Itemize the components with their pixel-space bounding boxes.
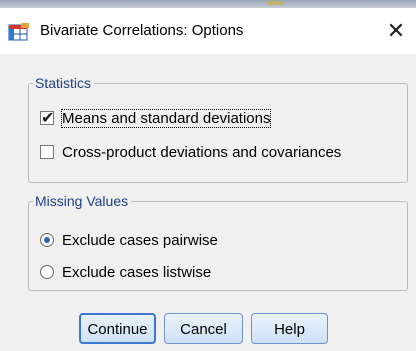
checkmark-icon: ✔ — [41, 110, 55, 127]
pairwise-label[interactable]: Exclude cases pairwise — [62, 232, 218, 249]
listwise-label[interactable]: Exclude cases listwise — [62, 264, 211, 281]
missing-values-legend: Missing Values — [35, 193, 129, 209]
statistics-legend: Statistics — [35, 75, 92, 91]
cross-product-label[interactable]: Cross-product deviations and covariances — [62, 144, 341, 161]
window-title: Bivariate Correlations: Options — [40, 22, 244, 39]
spss-table-icon — [8, 23, 29, 41]
statistics-group: Statistics ✔ Means and standard deviatio… — [28, 75, 408, 183]
listwise-radio[interactable] — [40, 265, 54, 279]
background-window-strip — [0, 0, 416, 8]
missing-values-group: Missing Values Exclude cases pairwise Ex… — [28, 193, 408, 291]
means-checkbox-row[interactable]: ✔ Means and standard deviations — [40, 109, 340, 128]
close-icon[interactable]: ✕ — [382, 17, 410, 45]
continue-button[interactable]: Continue — [79, 313, 156, 344]
pairwise-radio-row[interactable]: Exclude cases pairwise — [40, 232, 260, 250]
listwise-radio-row[interactable]: Exclude cases listwise — [40, 264, 260, 282]
options-dialog: Bivariate Correlations: Options ✕ Statis… — [0, 8, 416, 351]
cross-product-checkbox[interactable] — [40, 145, 54, 159]
means-label[interactable]: Means and standard deviations — [60, 109, 272, 128]
means-checkbox[interactable]: ✔ — [40, 110, 55, 127]
cancel-button[interactable]: Cancel — [164, 313, 243, 344]
help-button[interactable]: Help — [251, 313, 328, 344]
title-bar[interactable]: Bivariate Correlations: Options ✕ — [0, 8, 416, 54]
background-highlight — [268, 1, 284, 5]
pairwise-radio[interactable] — [40, 233, 54, 247]
cross-product-checkbox-row[interactable]: Cross-product deviations and covariances — [40, 144, 402, 162]
